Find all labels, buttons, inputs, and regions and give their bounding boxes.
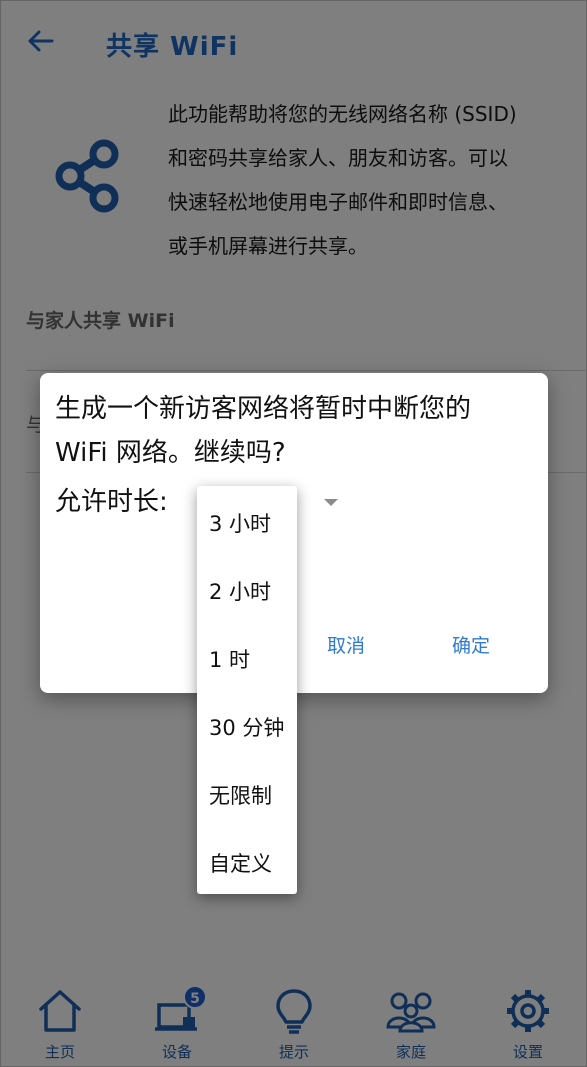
duration-option[interactable]: 1 时 — [209, 644, 250, 674]
duration-option[interactable]: 无限制 — [209, 780, 272, 810]
duration-option[interactable]: 自定义 — [209, 848, 272, 878]
dialog-message: 生成一个新访客网络将暂时中断您的 WiFi 网络。继续吗? — [55, 387, 535, 475]
dialog-message-line: 生成一个新访客网络将暂时中断您的 — [55, 394, 472, 424]
cancel-button[interactable]: 取消 — [327, 631, 365, 658]
ok-button[interactable]: 确定 — [452, 631, 490, 658]
duration-option[interactable]: 30 分钟 — [209, 712, 284, 742]
duration-option[interactable]: 2 小时 — [209, 576, 271, 606]
chevron-down-icon[interactable] — [324, 499, 338, 506]
dialog-message-line: WiFi 网络。继续吗? — [55, 438, 286, 468]
duration-label: 允许时长: — [55, 487, 168, 517]
duration-option[interactable]: 3 小时 — [209, 508, 271, 538]
duration-dropdown-menu: 3 小时 2 小时 1 时 30 分钟 无限制 自定义 — [197, 486, 297, 894]
